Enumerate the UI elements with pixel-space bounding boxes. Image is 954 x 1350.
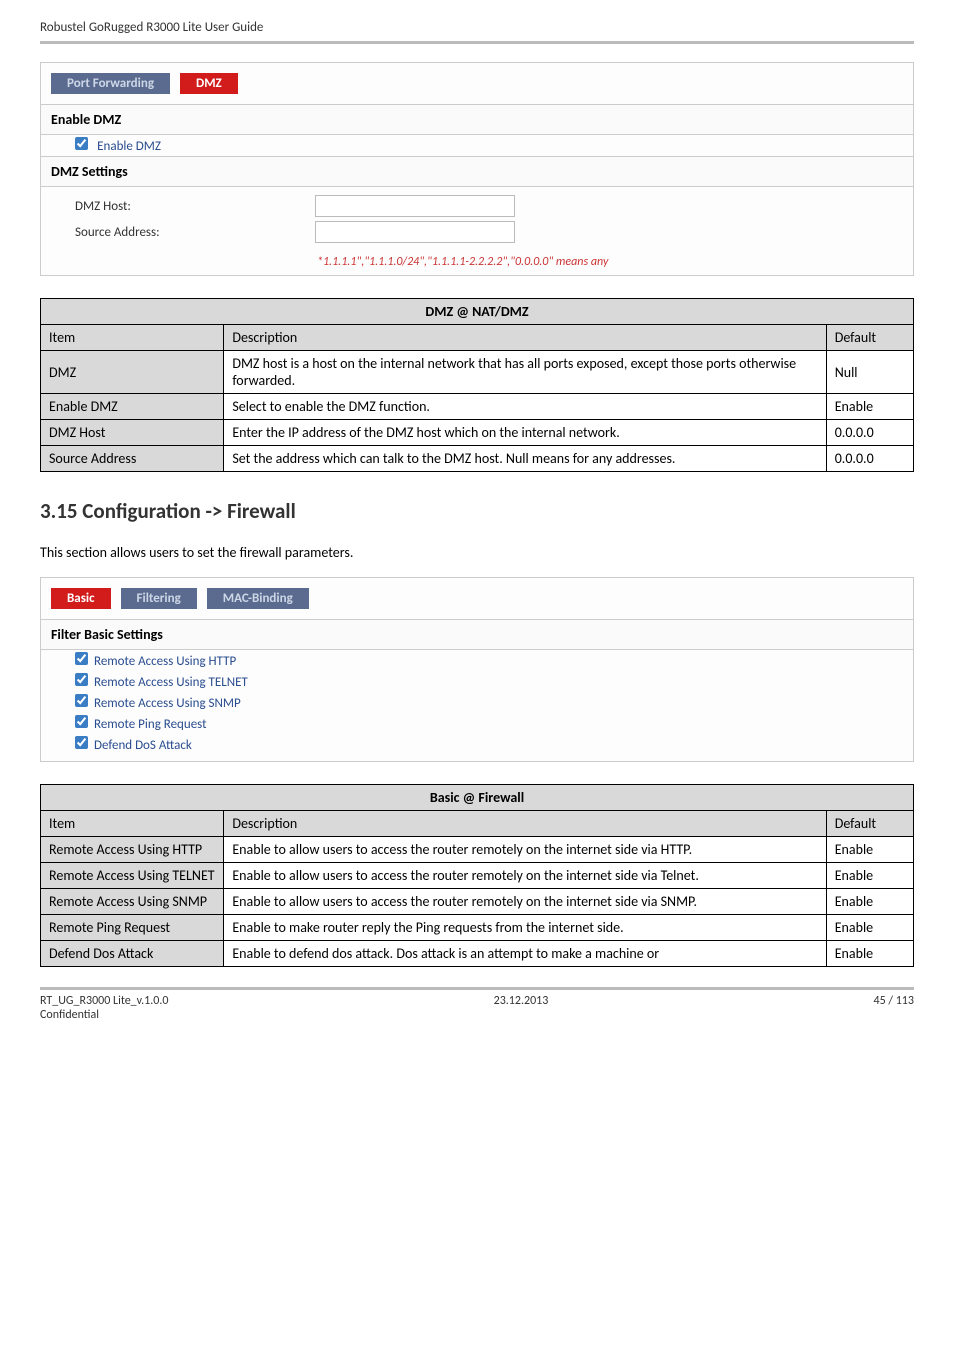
source-address-hint: *1.1.1.1","1.1.1.0/24","1.1.1.1-2.2.2.2"… bbox=[317, 255, 913, 275]
enable-dmz-checkbox[interactable] bbox=[75, 137, 88, 150]
table-row: Defend Dos Attack Enable to defend dos a… bbox=[41, 941, 914, 967]
doc-footer: RT_UG_R3000 Lite_v.1.0.0 Confidential 23… bbox=[40, 990, 914, 1022]
dmz-panel: Port Forwarding DMZ Enable DMZ Enable DM… bbox=[40, 62, 914, 276]
table-row: DMZ DMZ host is a host on the internal n… bbox=[41, 351, 914, 394]
table-row: Remote Access Using HTTP Enable to allow… bbox=[41, 837, 914, 863]
table-row: Remote Access Using SNMP Enable to allow… bbox=[41, 889, 914, 915]
table-row: Enable DMZ Select to enable the DMZ func… bbox=[41, 394, 914, 420]
dmz-th-def: Default bbox=[826, 325, 913, 351]
cb-remote-telnet[interactable] bbox=[75, 673, 88, 686]
table-row: Source Address Set the address which can… bbox=[41, 446, 914, 472]
fw-th-def: Default bbox=[826, 811, 913, 837]
enable-dmz-row: Enable DMZ bbox=[41, 135, 913, 156]
table-row: DMZ Host Enter the IP address of the DMZ… bbox=[41, 420, 914, 446]
doc-header: Robustel GoRugged R3000 Lite User Guide bbox=[40, 20, 914, 44]
cb-remote-http-label: Remote Access Using HTTP bbox=[94, 654, 236, 669]
dmz-settings-header: DMZ Settings bbox=[41, 156, 913, 187]
cb-remote-snmp-label: Remote Access Using SNMP bbox=[94, 696, 241, 711]
cb-remote-ping-label: Remote Ping Request bbox=[94, 717, 206, 732]
footer-left1: RT_UG_R3000 Lite_v.1.0.0 bbox=[40, 994, 168, 1008]
filter-basic-header: Filter Basic Settings bbox=[41, 619, 913, 650]
fw-table-title: Basic @ Firewall bbox=[41, 785, 914, 811]
tab-mac-binding[interactable]: MAC-Binding bbox=[207, 588, 309, 609]
enable-dmz-header: Enable DMZ bbox=[41, 104, 913, 135]
table-row: Remote Ping Request Enable to make route… bbox=[41, 915, 914, 941]
footer-left2: Confidential bbox=[40, 1008, 168, 1022]
tab-dmz[interactable]: DMZ bbox=[180, 73, 238, 94]
source-address-input[interactable] bbox=[315, 221, 515, 243]
enable-dmz-label: Enable DMZ bbox=[97, 139, 161, 154]
dmz-table-title: DMZ @ NAT/DMZ bbox=[41, 299, 914, 325]
tab-filtering[interactable]: Filtering bbox=[121, 588, 197, 609]
dmz-table: DMZ @ NAT/DMZ Item Description Default D… bbox=[40, 298, 914, 472]
tab-port-forwarding[interactable]: Port Forwarding bbox=[51, 73, 170, 94]
dmz-host-input[interactable] bbox=[315, 195, 515, 217]
firewall-tabs: Basic Filtering MAC-Binding bbox=[41, 578, 913, 619]
section-title: 3.15 Configuration -> Firewall bbox=[40, 498, 914, 524]
fw-th-desc: Description bbox=[224, 811, 826, 837]
footer-right: 45 / 113 bbox=[874, 994, 914, 1022]
dmz-settings-body: DMZ Host: Source Address: bbox=[41, 187, 913, 255]
firewall-table: Basic @ Firewall Item Description Defaul… bbox=[40, 784, 914, 967]
dmz-host-label: DMZ Host: bbox=[75, 199, 315, 214]
cb-remote-ping[interactable] bbox=[75, 715, 88, 728]
dmz-tabs: Port Forwarding DMZ bbox=[41, 63, 913, 104]
cb-defend-dos-label: Defend DoS Attack bbox=[94, 738, 192, 753]
table-row: Remote Access Using TELNET Enable to all… bbox=[41, 863, 914, 889]
fw-th-item: Item bbox=[41, 811, 224, 837]
cb-remote-http[interactable] bbox=[75, 652, 88, 665]
cb-remote-snmp[interactable] bbox=[75, 694, 88, 707]
firewall-panel: Basic Filtering MAC-Binding Filter Basic… bbox=[40, 577, 914, 762]
cb-defend-dos[interactable] bbox=[75, 736, 88, 749]
dmz-th-desc: Description bbox=[224, 325, 826, 351]
footer-center: 23.12.2013 bbox=[494, 994, 549, 1022]
cb-remote-telnet-label: Remote Access Using TELNET bbox=[94, 675, 248, 690]
tab-basic[interactable]: Basic bbox=[51, 588, 111, 609]
section-intro: This section allows users to set the fir… bbox=[40, 544, 914, 561]
dmz-th-item: Item bbox=[41, 325, 224, 351]
source-address-label: Source Address: bbox=[75, 225, 315, 240]
